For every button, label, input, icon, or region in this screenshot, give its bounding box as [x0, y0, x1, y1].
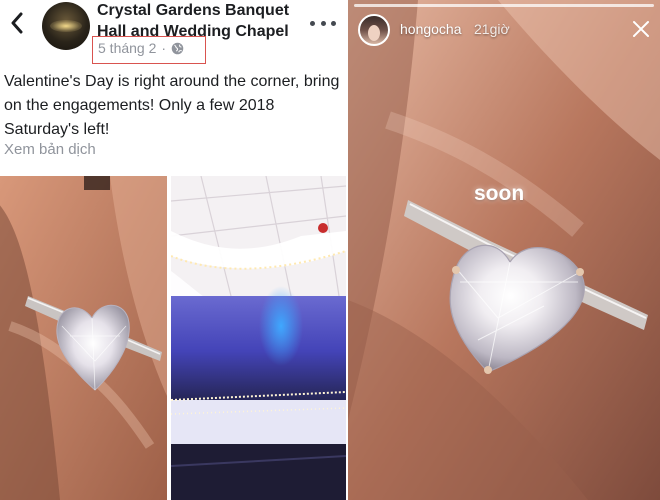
facebook-post-panel: Crystal Gardens Banquet Hall and Wedding… [0, 0, 346, 500]
more-dot [320, 20, 326, 26]
story-progress-bar [354, 4, 654, 7]
post-text: Valentine's Day is right around the corn… [4, 73, 340, 138]
more-horizontal-icon [310, 20, 315, 26]
story-user-avatar[interactable] [358, 14, 390, 46]
more-options-button[interactable] [310, 14, 336, 32]
meta-separator: · [161, 40, 167, 56]
see-translation-link[interactable]: Xem bản dịch [4, 141, 96, 158]
story-username[interactable]: hongocha [400, 21, 462, 37]
ring-photo-image [0, 176, 167, 500]
instagram-story-panel: hongocha 21giờ soon [348, 0, 660, 500]
hall-photo-image [171, 176, 346, 500]
back-button[interactable] [6, 10, 28, 36]
more-dot [331, 20, 336, 26]
story-photo-image [348, 0, 660, 500]
post-photo-hall[interactable] [171, 176, 346, 500]
post-meta: 5 tháng 2 · [98, 40, 184, 56]
story-timestamp: 21giờ [474, 21, 510, 37]
avatar-face [368, 25, 380, 41]
story-text-sticker: soon [474, 182, 525, 205]
post-date[interactable]: 5 tháng 2 [98, 40, 156, 56]
close-icon [633, 21, 649, 37]
chevron-left-icon [11, 12, 23, 34]
story-close-button[interactable] [632, 20, 650, 38]
avatar-image [50, 20, 82, 32]
globe-icon [171, 42, 184, 54]
page-avatar[interactable] [42, 2, 90, 50]
post-photo-ring[interactable] [0, 176, 167, 500]
post-header: Crystal Gardens Banquet Hall and Wedding… [0, 0, 346, 68]
